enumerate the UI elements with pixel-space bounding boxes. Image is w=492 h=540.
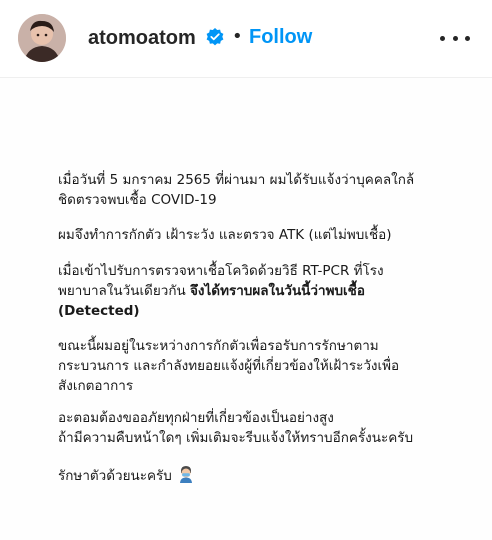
post-header: atomoatom • Follow [0,0,492,78]
more-dot [440,35,445,41]
post-line: (Detected) [58,301,438,321]
post-paragraph: ผมจึงทำการกักตัว เฝ้าระวัง และตรวจ ATK (… [58,225,438,245]
follow-button[interactable]: Follow [249,26,312,49]
post-paragraph: เมื่อวันที่ 5 มกราคม 2565 ที่ผ่านมา ผมได… [58,170,438,210]
post-image: เมื่อวันที่ 5 มกราคม 2565 ที่ผ่านมา ผมได… [0,78,492,540]
verified-badge-icon [206,28,224,46]
post-text-bold: จึงได้ทราบผลในวันนี้ว่าพบเชื้อ [190,283,365,299]
post-line: ถ้ามีความคืบหน้าใดๆ เพิ่มเติมจะรีบแจ้งให… [58,430,414,446]
post-line: เมื่อเข้าไปรับการตรวจหาเชื้อโควิดด้วยวิธ… [58,263,384,279]
post-paragraph: อะตอมต้องขออภัยทุกฝ่ายที่เกี่ยวข้องเป็นอ… [58,408,438,448]
post-line: ชิดตรวจพบเชื้อ COVID-19 [58,192,217,208]
avatar-image [18,14,66,62]
post-paragraph: รักษาตัวด้วยนะครับ [58,465,438,486]
post-text-bold: (Detected) [58,303,140,319]
post-paragraph: ขณะนี้ผมอยู่ในระหว่างการกักตัวเพื่อรอรับ… [58,336,438,396]
post-line: ขณะนี้ผมอยู่ในระหว่างการกักตัวเพื่อรอรับ… [58,338,379,354]
post-line: ผมจึงทำการกักตัว เฝ้าระวัง และตรวจ ATK (… [58,227,392,243]
more-dot [452,35,458,41]
separator-dot: • [232,26,243,47]
avatar[interactable] [18,14,66,62]
more-dot [465,35,470,41]
post-line: สังเกตอาการ [58,378,134,394]
post-line: อะตอมต้องขออภัยทุกฝ่ายที่เกี่ยวข้องเป็นอ… [58,410,334,426]
username[interactable]: atomoatom [88,27,196,50]
post-paragraph: เมื่อเข้าไปรับการตรวจหาเชื้อโควิดด้วยวิธ… [58,261,438,321]
post-text: พยาบาลในวันเดียวกัน [58,283,191,299]
person-with-mask-icon [179,466,192,483]
post-line: กระบวนการ และกำลังทยอยแจ้งผู้ที่เกี่ยวข้… [58,358,400,374]
post-text: รักษาตัวด้วยนะครับ [58,468,172,484]
post-line: เมื่อวันที่ 5 มกราคม 2565 ที่ผ่านมา ผมได… [58,172,415,188]
more-options-icon[interactable] [440,24,470,52]
post-line: พยาบาลในวันเดียวกัน จึงได้ทราบผลในวันนี้… [58,281,438,301]
